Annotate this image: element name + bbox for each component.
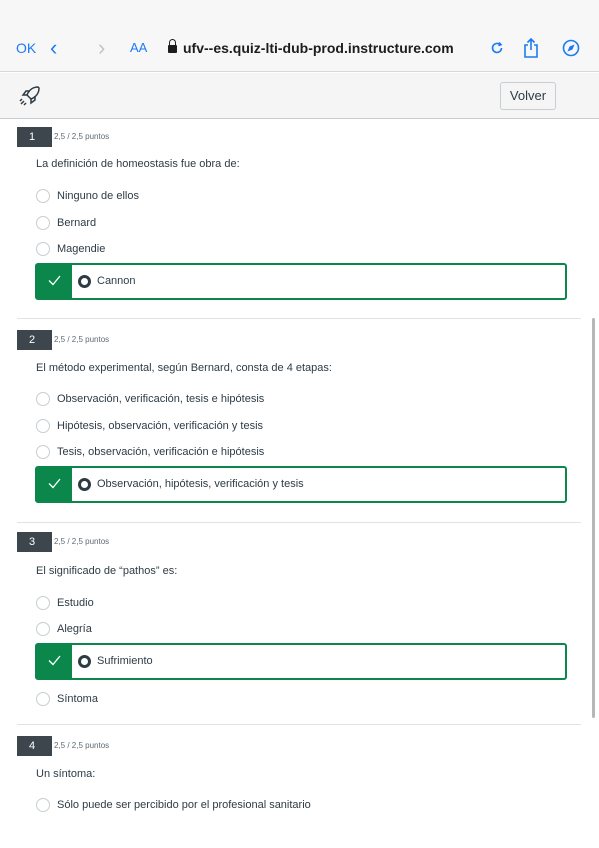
question-points: 2,5 / 2,5 puntos bbox=[54, 335, 110, 344]
question-points: 2,5 / 2,5 puntos bbox=[54, 132, 110, 141]
quiz-header: Volver bbox=[0, 73, 599, 119]
answer-label: Estudio bbox=[57, 597, 94, 609]
browser-toolbar: OK ‹ › AA ufv--es.quiz-lti-dub-prod.inst… bbox=[0, 24, 599, 72]
question-text: Un síntoma: bbox=[36, 768, 96, 780]
radio-button[interactable] bbox=[36, 189, 50, 203]
radio-button[interactable] bbox=[36, 445, 50, 459]
share-icon[interactable] bbox=[523, 24, 539, 72]
url-text: ufv--es.quiz-lti-dub-prod.instructure.co… bbox=[183, 40, 454, 56]
answer-label: Observación, verificación, tesis e hipót… bbox=[57, 393, 265, 405]
answer-label: Sufrimiento bbox=[97, 655, 153, 667]
radio-button[interactable] bbox=[36, 216, 50, 230]
question-1: 1 2,5 / 2,5 puntos La definición de home… bbox=[17, 120, 581, 319]
status-bar bbox=[0, 0, 599, 24]
rocket-icon bbox=[19, 86, 40, 106]
radio-button[interactable] bbox=[36, 692, 50, 706]
question-points: 2,5 / 2,5 puntos bbox=[54, 741, 110, 750]
forward-icon[interactable]: › bbox=[98, 24, 105, 72]
ok-button[interactable]: OK bbox=[16, 24, 36, 72]
text-size-button[interactable]: AA bbox=[130, 24, 147, 72]
question-2: 2 2,5 / 2,5 puntos El método experimenta… bbox=[17, 319, 581, 523]
question-4: 4 2,5 / 2,5 puntos Un síntoma: Sólo pued… bbox=[17, 725, 581, 828]
question-3: 3 2,5 / 2,5 puntos El significado de “pa… bbox=[17, 523, 581, 725]
correct-answer[interactable]: Cannon bbox=[35, 263, 567, 300]
correct-answer[interactable]: Sufrimiento bbox=[35, 643, 567, 680]
question-number-badge: 3 bbox=[17, 532, 52, 552]
answer-label: Ninguno de ellos bbox=[57, 190, 139, 202]
question-number-badge: 2 bbox=[17, 330, 52, 350]
lock-icon bbox=[168, 39, 177, 53]
volver-button[interactable]: Volver bbox=[500, 82, 556, 110]
answer-label: Síntoma bbox=[57, 693, 98, 705]
answer-label: Sólo puede ser percibido por el profesio… bbox=[57, 799, 311, 811]
answer-label: Tesis, observación, verificación e hipót… bbox=[57, 446, 265, 458]
question-text: El significado de “pathos” es: bbox=[36, 565, 178, 577]
address-bar[interactable]: ufv--es.quiz-lti-dub-prod.instructure.co… bbox=[168, 24, 454, 72]
compass-icon[interactable] bbox=[562, 24, 580, 72]
radio-button[interactable] bbox=[36, 596, 50, 610]
answer-label: Bernard bbox=[57, 217, 97, 229]
check-icon bbox=[37, 265, 72, 298]
radio-button[interactable] bbox=[36, 798, 50, 812]
question-text: El método experimental, según Bernard, c… bbox=[36, 362, 332, 374]
scrollbar[interactable] bbox=[592, 318, 595, 718]
question-text: La definición de homeostasis fue obra de… bbox=[36, 158, 240, 170]
check-icon bbox=[37, 468, 72, 501]
check-icon bbox=[37, 645, 72, 678]
radio-button[interactable] bbox=[36, 622, 50, 636]
answer-label: Hipótesis, observación, verificación y t… bbox=[57, 420, 264, 432]
question-points: 2,5 / 2,5 puntos bbox=[54, 537, 110, 546]
selected-radio-button[interactable] bbox=[78, 478, 91, 491]
back-icon[interactable]: ‹ bbox=[50, 24, 57, 72]
quiz-results: 1 2,5 / 2,5 puntos La definición de home… bbox=[17, 120, 581, 828]
selected-radio-button[interactable] bbox=[78, 655, 91, 668]
radio-button[interactable] bbox=[36, 392, 50, 406]
question-number-badge: 1 bbox=[17, 127, 52, 147]
correct-answer[interactable]: Observación, hipótesis, verificación y t… bbox=[35, 466, 567, 503]
radio-button[interactable] bbox=[36, 242, 50, 256]
answer-label: Magendie bbox=[57, 243, 106, 255]
reload-icon[interactable] bbox=[490, 24, 504, 72]
question-number-badge: 4 bbox=[17, 736, 52, 756]
answer-label: Cannon bbox=[97, 275, 136, 287]
selected-radio-button[interactable] bbox=[78, 275, 91, 288]
answer-label: Alegría bbox=[57, 623, 92, 635]
answer-label: Observación, hipótesis, verificación y t… bbox=[97, 478, 304, 490]
radio-button[interactable] bbox=[36, 419, 50, 433]
